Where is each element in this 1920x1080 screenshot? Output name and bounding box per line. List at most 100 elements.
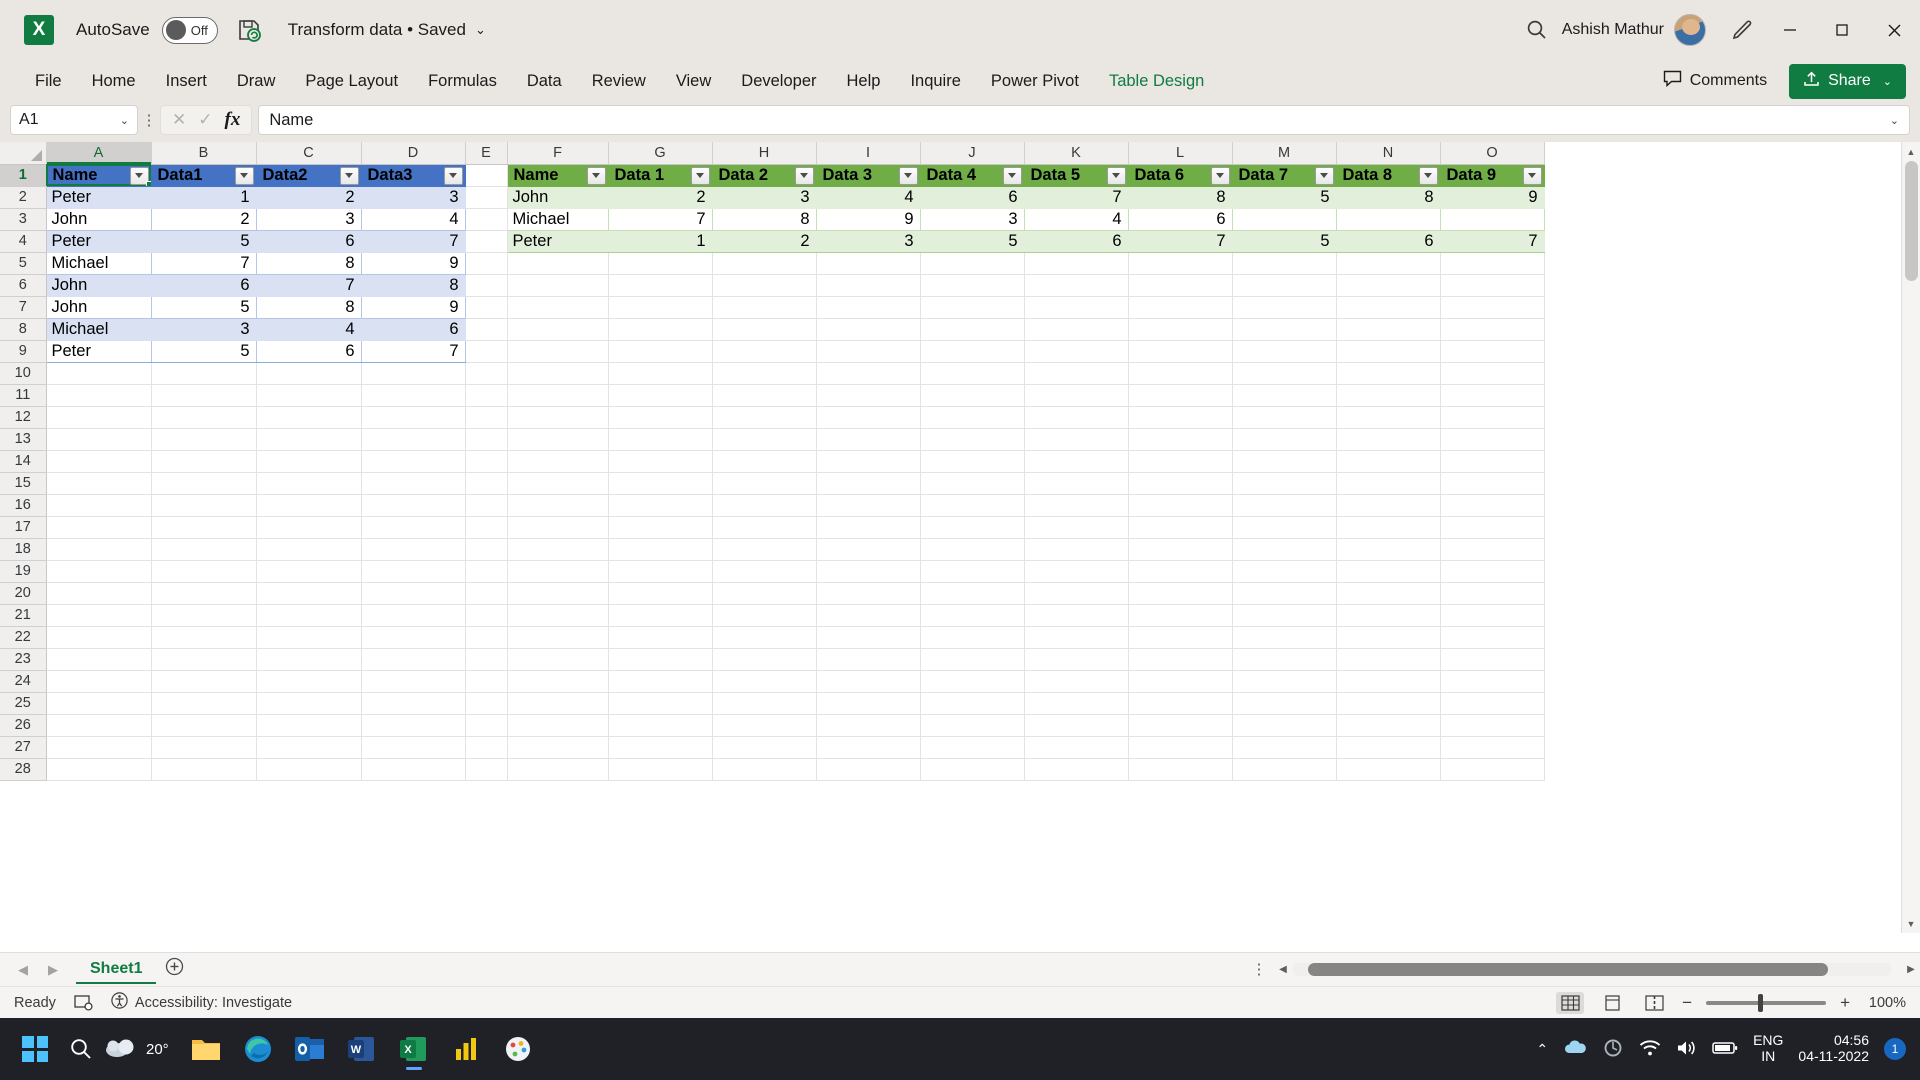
cell-H17[interactable] <box>712 516 817 539</box>
cell-C25[interactable] <box>256 692 362 715</box>
cell-D26[interactable] <box>361 714 466 737</box>
cell-D24[interactable] <box>361 670 466 693</box>
title-chevron-down-icon[interactable]: ⌄ <box>475 22 486 38</box>
cell-H25[interactable] <box>712 692 817 715</box>
cell-G19[interactable] <box>608 560 713 583</box>
cell-B13[interactable] <box>151 428 257 451</box>
cell-N26[interactable] <box>1336 714 1441 737</box>
cell-J20[interactable] <box>920 582 1025 605</box>
cell-F1[interactable]: Name <box>507 164 609 187</box>
cell-E15[interactable] <box>465 472 508 495</box>
cell-K9[interactable] <box>1024 340 1129 363</box>
cell-I7[interactable] <box>816 296 921 319</box>
table-blue-cell-r6-c0[interactable]: Michael <box>46 318 152 341</box>
cell-J14[interactable] <box>920 450 1025 473</box>
cell-J28[interactable] <box>920 758 1025 781</box>
cell-F27[interactable] <box>507 736 609 759</box>
table-blue-cell-r1-c0[interactable]: John <box>46 208 152 231</box>
cell-G8[interactable] <box>608 318 713 341</box>
weather-widget[interactable]: 20° <box>104 1035 169 1063</box>
cell-B25[interactable] <box>151 692 257 715</box>
cell-J10[interactable] <box>920 362 1025 385</box>
cell-G14[interactable] <box>608 450 713 473</box>
cell-E2[interactable] <box>465 186 508 209</box>
worksheet-grid[interactable]: A B C D E F G H I J K L M N O 1 Name Data1… <box>0 142 1920 952</box>
cell-M6[interactable] <box>1232 274 1337 297</box>
column-header-e[interactable]: E <box>465 142 508 165</box>
cell-O7[interactable] <box>1440 296 1545 319</box>
cell-K23[interactable] <box>1024 648 1129 671</box>
cell-O26[interactable] <box>1440 714 1545 737</box>
cell-L15[interactable] <box>1128 472 1233 495</box>
power-bi-icon[interactable] <box>443 1026 489 1072</box>
cell-D27[interactable] <box>361 736 466 759</box>
cell-N27[interactable] <box>1336 736 1441 759</box>
cell-C17[interactable] <box>256 516 362 539</box>
cell-F16[interactable] <box>507 494 609 517</box>
cell-E16[interactable] <box>465 494 508 517</box>
cell-O5[interactable] <box>1440 252 1545 275</box>
pen-icon[interactable] <box>1720 8 1764 52</box>
cell-F18[interactable] <box>507 538 609 561</box>
cell-J19[interactable] <box>920 560 1025 583</box>
row-header-20[interactable]: 20 <box>0 582 47 605</box>
name-box[interactable]: A1 ⌄ <box>10 105 138 135</box>
cell-B27[interactable] <box>151 736 257 759</box>
cell-F23[interactable] <box>507 648 609 671</box>
cell-K13[interactable] <box>1024 428 1129 451</box>
row-header-9[interactable]: 9 <box>0 340 47 363</box>
cell-O6[interactable] <box>1440 274 1545 297</box>
cell-D21[interactable] <box>361 604 466 627</box>
cell-N9[interactable] <box>1336 340 1441 363</box>
cell-L13[interactable] <box>1128 428 1233 451</box>
page-layout-view-button[interactable] <box>1598 992 1626 1014</box>
cell-F11[interactable] <box>507 384 609 407</box>
cell-H8[interactable] <box>712 318 817 341</box>
cell-D11[interactable] <box>361 384 466 407</box>
cell-M22[interactable] <box>1232 626 1337 649</box>
cell-F7[interactable] <box>507 296 609 319</box>
document-title[interactable]: Transform data • Saved <box>288 20 466 40</box>
table-green-cell-r2-c2[interactable]: 2 <box>712 230 817 253</box>
cell-H13[interactable] <box>712 428 817 451</box>
cell-G26[interactable] <box>608 714 713 737</box>
cell-G6[interactable] <box>608 274 713 297</box>
cell-K19[interactable] <box>1024 560 1129 583</box>
cell-N20[interactable] <box>1336 582 1441 605</box>
cell-K17[interactable] <box>1024 516 1129 539</box>
cell-E6[interactable] <box>465 274 508 297</box>
column-header-b[interactable]: B <box>151 142 257 165</box>
cell-B1[interactable]: Data1 <box>151 164 257 187</box>
table-green-cell-r1-c0[interactable]: Michael <box>507 208 609 231</box>
cell-O27[interactable] <box>1440 736 1545 759</box>
windows-start-icon[interactable] <box>12 1026 58 1072</box>
cell-G27[interactable] <box>608 736 713 759</box>
cell-G15[interactable] <box>608 472 713 495</box>
cell-M23[interactable] <box>1232 648 1337 671</box>
column-header-o[interactable]: O <box>1440 142 1545 165</box>
cell-K28[interactable] <box>1024 758 1129 781</box>
cell-N18[interactable] <box>1336 538 1441 561</box>
cell-O22[interactable] <box>1440 626 1545 649</box>
page-break-view-button[interactable] <box>1640 992 1668 1014</box>
row-header-13[interactable]: 13 <box>0 428 47 451</box>
cell-N16[interactable] <box>1336 494 1441 517</box>
cell-C28[interactable] <box>256 758 362 781</box>
cell-I18[interactable] <box>816 538 921 561</box>
formula-input[interactable]: Name ⌄ <box>258 105 1910 135</box>
table-green-cell-r2-c3[interactable]: 3 <box>816 230 921 253</box>
table-green-cell-r1-c8[interactable] <box>1336 208 1441 231</box>
cell-D18[interactable] <box>361 538 466 561</box>
cell-E17[interactable] <box>465 516 508 539</box>
cell-D15[interactable] <box>361 472 466 495</box>
cell-J15[interactable] <box>920 472 1025 495</box>
filter-dropdown-icon[interactable] <box>339 166 359 185</box>
cell-N25[interactable] <box>1336 692 1441 715</box>
cell-M8[interactable] <box>1232 318 1337 341</box>
cell-O19[interactable] <box>1440 560 1545 583</box>
cell-L10[interactable] <box>1128 362 1233 385</box>
cell-K18[interactable] <box>1024 538 1129 561</box>
table-green-cell-r0-c6[interactable]: 8 <box>1128 186 1233 209</box>
table-blue-cell-r5-c3[interactable]: 9 <box>361 296 466 319</box>
record-macro-icon[interactable] <box>74 994 93 1011</box>
